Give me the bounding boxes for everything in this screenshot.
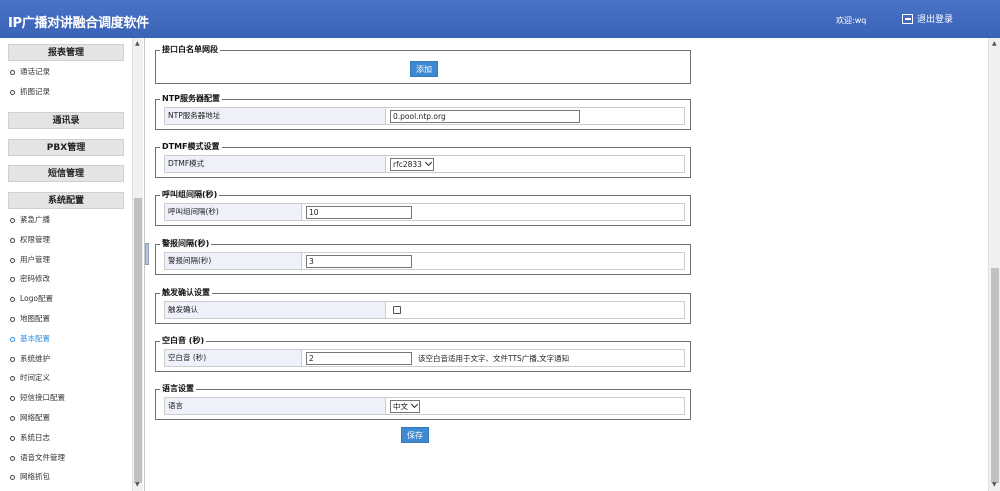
logout-label: 退出登录: [917, 15, 954, 25]
ntp-section: NTP服务器配置 NTP服务器地址: [155, 94, 691, 130]
chevron-down-icon: [424, 158, 432, 167]
alarm-interval-row: 警报间隔(秒): [164, 252, 685, 270]
scroll-down-icon[interactable]: ▼: [992, 481, 997, 488]
app-title: IP广播对讲融合调度软件: [8, 16, 149, 31]
dtmf-row: DTMF模式 rfc2833: [164, 155, 685, 173]
scroll-down-icon[interactable]: ▼: [135, 481, 140, 488]
ntp-row: NTP服务器地址: [164, 107, 685, 125]
trigger-confirm-checkbox[interactable]: [393, 306, 401, 314]
ntp-legend: NTP服务器配置: [160, 94, 223, 104]
sidebar-item[interactable]: Logo配置: [8, 289, 124, 309]
trigger-confirm-row: 触发确认: [164, 301, 685, 319]
ntp-label: NTP服务器地址: [165, 108, 386, 124]
sidebar-group-header[interactable]: 短信管理: [8, 165, 124, 182]
welcome-text: 欢迎:wq: [836, 16, 867, 25]
logout-button[interactable]: 退出登录: [902, 12, 953, 25]
sidebar-sub-list: 通话记录 抓图记录: [8, 62, 124, 102]
sidebar-group-header[interactable]: 报表管理: [8, 44, 124, 61]
scroll-up-icon[interactable]: ▲: [135, 40, 140, 47]
trigger-confirm-legend: 触发确认设置: [160, 288, 212, 298]
sidebar-item[interactable]: 基本配置: [8, 329, 124, 349]
trigger-confirm-label: 触发确认: [165, 302, 386, 318]
sidebar-group-header[interactable]: PBX管理: [8, 139, 124, 156]
dtmf-legend: DTMF模式设置: [160, 142, 222, 152]
language-legend: 语言设置: [160, 384, 196, 394]
sidebar-scrollbar[interactable]: ▲ ▼: [132, 38, 143, 491]
sidebar-group: PBX管理: [8, 139, 124, 156]
sidebar-item[interactable]: 网络配置: [8, 408, 124, 428]
language-value: 中文: [393, 401, 408, 411]
main-scrollbar[interactable]: ▲ ▼: [988, 38, 1000, 491]
trigger-confirm-section: 触发确认设置 触发确认: [155, 288, 691, 324]
sidebar-item[interactable]: 抓图记录: [8, 82, 124, 102]
main-scroll-thumb[interactable]: [991, 268, 999, 483]
scroll-up-icon[interactable]: ▲: [992, 40, 997, 47]
sidebar-item[interactable]: 短信接口配置: [8, 388, 124, 408]
sidebar-group-header[interactable]: 系统配置: [8, 192, 124, 209]
language-section: 语言设置 语言 中文: [155, 384, 691, 420]
sidebar-group: 系统配置 紧急广播 权限管理 用户管理 密码修改 Logo配置 地图配置 基本配置 系统维护 时间…: [8, 192, 124, 487]
dtmf-label: DTMF模式: [165, 156, 386, 172]
blank-audio-section: 空白音 (秒) 空白音 (秒) 该空白音适用于文字、文件TTS广播,文字通知: [155, 336, 691, 372]
ntp-server-input[interactable]: [390, 109, 580, 123]
sidebar: 报表管理 通话记录 抓图记录通讯录 PBX管理短信管理系统配置 紧急广播 权限管理 用户管理…: [0, 38, 145, 491]
logout-icon: [902, 13, 913, 24]
alarm-interval-legend: 警报间隔(秒): [160, 239, 212, 249]
sidebar-item[interactable]: 系统日志: [8, 428, 124, 448]
blank-audio-row: 空白音 (秒) 该空白音适用于文字、文件TTS广播,文字通知: [164, 349, 685, 367]
sidebar-item[interactable]: 系统维护: [8, 349, 124, 369]
alarm-interval-section: 警报间隔(秒) 警报间隔(秒): [155, 239, 691, 275]
sidebar-item[interactable]: 权限管理: [8, 230, 124, 250]
sidebar-sub-list: 紧急广播 权限管理 用户管理 密码修改 Logo配置 地图配置 基本配置 系统维护 时间定义 短信…: [8, 210, 124, 487]
main-content: 接口白名单网段 添加 NTP服务器配置 NTP服务器地址 DTMF模式设置 DT…: [148, 38, 988, 491]
call-interval-row: 呼叫组间隔(秒): [164, 203, 685, 221]
dtmf-mode-value: rfc2833: [393, 159, 422, 169]
call-interval-legend: 呼叫组间隔(秒): [160, 190, 220, 200]
sidebar-item[interactable]: 地图配置: [8, 309, 124, 329]
blank-audio-hint: 该空白音适用于文字、文件TTS广播,文字通知: [418, 353, 570, 363]
chevron-down-icon: [410, 400, 419, 409]
blank-audio-input[interactable]: [306, 351, 412, 365]
language-select[interactable]: 中文: [390, 399, 420, 413]
sidebar-item[interactable]: 紧急广播: [8, 210, 124, 230]
alarm-interval-label: 警报间隔(秒): [165, 253, 302, 269]
sidebar-scroll-thumb[interactable]: [134, 198, 142, 483]
add-whitelist-button[interactable]: 添加: [410, 61, 438, 77]
call-interval-label: 呼叫组间隔(秒): [165, 204, 302, 220]
sidebar-item[interactable]: 语音文件管理: [8, 448, 124, 468]
sidebar-item[interactable]: 密码修改: [8, 269, 124, 289]
sidebar-group: 报表管理 通话记录 抓图记录: [8, 44, 124, 102]
language-label: 语言: [165, 398, 386, 414]
alarm-interval-input[interactable]: [306, 254, 412, 268]
sidebar-item[interactable]: 时间定义: [8, 368, 124, 388]
blank-audio-legend: 空白音 (秒): [160, 336, 207, 346]
sidebar-group-header[interactable]: 通讯录: [8, 112, 124, 129]
save-button[interactable]: 保存: [401, 427, 429, 443]
dtmf-section: DTMF模式设置 DTMF模式 rfc2833: [155, 142, 691, 178]
sidebar-item[interactable]: 网络抓包: [8, 467, 124, 487]
language-row: 语言 中文: [164, 397, 685, 415]
call-interval-input[interactable]: [306, 205, 412, 219]
sidebar-item[interactable]: 通话记录: [8, 62, 124, 82]
blank-audio-label: 空白音 (秒): [165, 350, 302, 366]
whitelist-legend: 接口白名单网段: [160, 45, 220, 55]
top-header: IP广播对讲融合调度软件 欢迎:wq 退出登录: [0, 0, 1000, 38]
whitelist-section: 接口白名单网段 添加: [155, 45, 691, 84]
sidebar-group: 短信管理: [8, 165, 124, 182]
sidebar-group: 通讯录: [8, 112, 124, 129]
dtmf-mode-select[interactable]: rfc2833: [390, 157, 434, 171]
sidebar-item[interactable]: 用户管理: [8, 250, 124, 270]
call-interval-section: 呼叫组间隔(秒) 呼叫组间隔(秒): [155, 190, 691, 226]
